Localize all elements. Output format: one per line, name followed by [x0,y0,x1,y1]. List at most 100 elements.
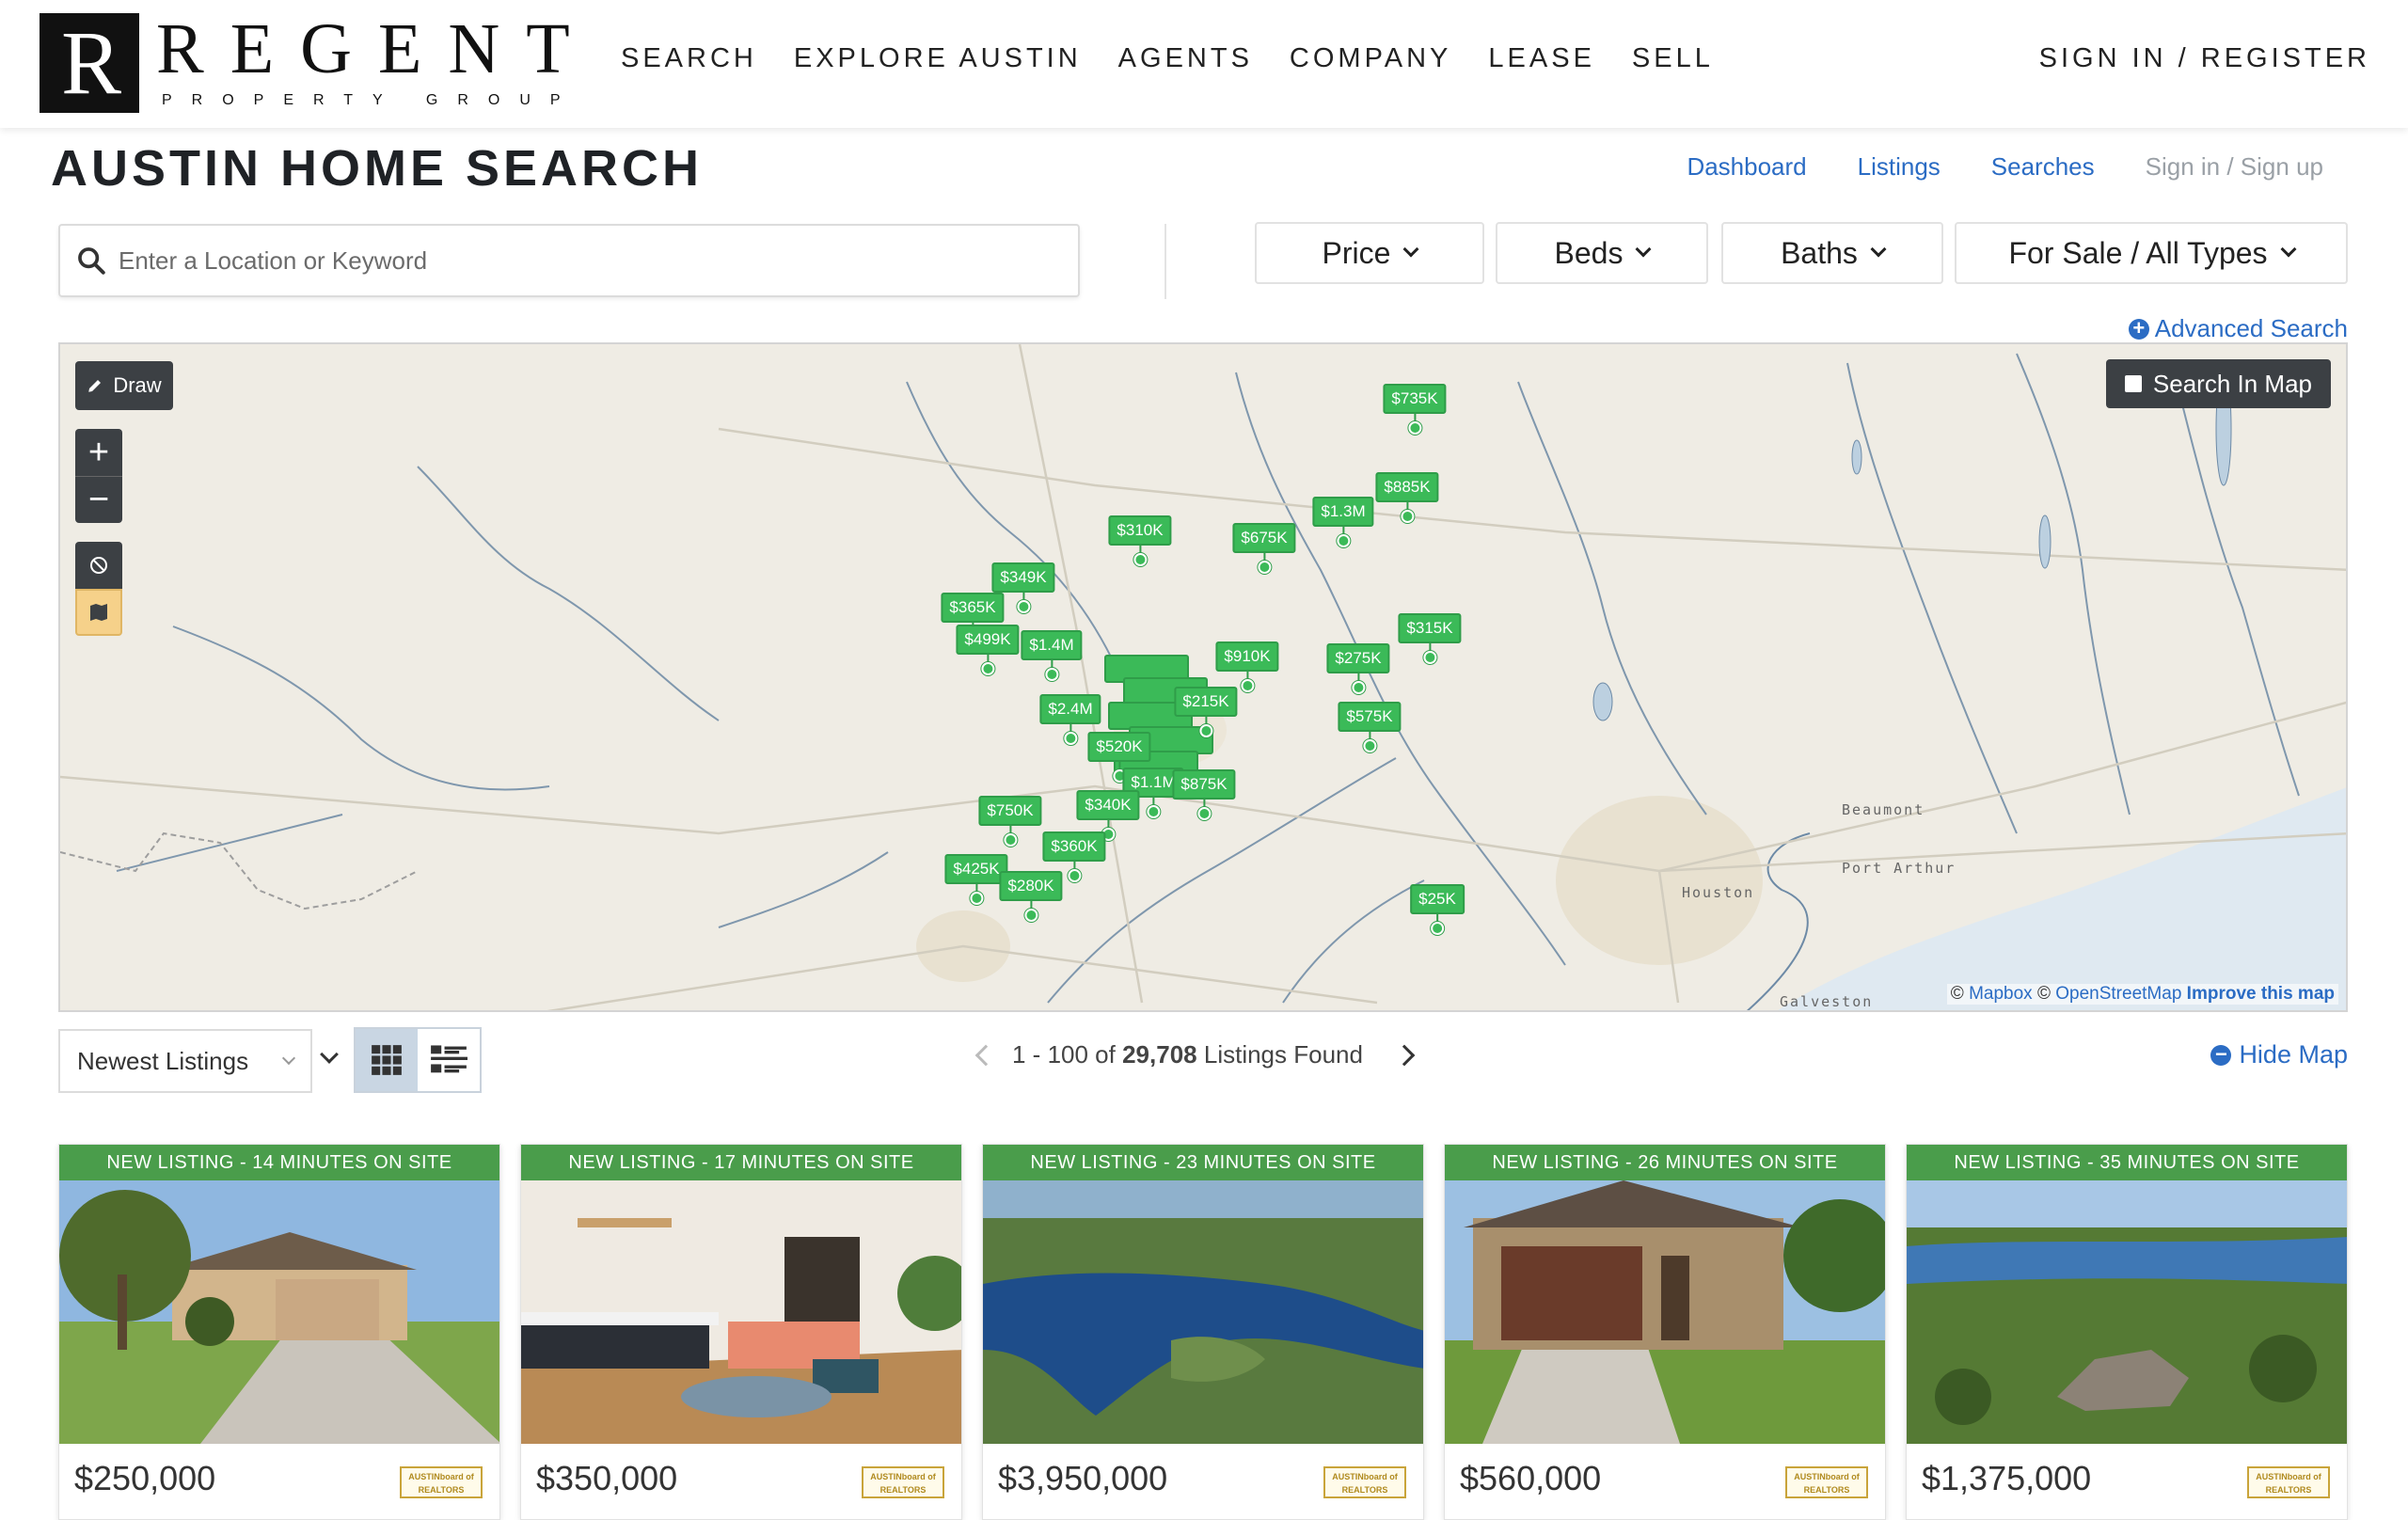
price-pin[interactable]: $310K [1108,515,1172,566]
listings-map[interactable]: Draw + − Search In Map $735K $885K $1.3M… [58,342,2348,1012]
next-page-icon[interactable] [1393,1044,1416,1066]
pin-dot [1016,600,1030,613]
price-pin-label: $675K [1232,523,1296,553]
nav-explore-austin[interactable]: EXPLORE AUSTIN [794,43,1082,74]
price-pin[interactable]: $25K [1410,884,1465,935]
pin-stem [1029,901,1032,909]
sign-in-register-link[interactable]: SIGN IN / REGISTER [2039,43,2370,74]
pin-dot [1337,534,1350,547]
grid-icon [372,1045,402,1075]
advanced-search-link[interactable]: + Advanced Search [2128,314,2348,343]
price-pin[interactable]: $885K [1375,472,1439,523]
list-view-button[interactable] [418,1029,480,1091]
list-icon [431,1045,467,1073]
page-title: AUSTIN HOME SEARCH [51,140,704,197]
pin-stem [1405,502,1408,510]
pin-stem [1202,800,1205,807]
price-pin[interactable]: $1.3M [1312,497,1374,547]
price-pin[interactable]: $280K [999,871,1063,922]
logo-mark[interactable]: R [40,13,139,113]
price-pin[interactable]: $575K [1338,702,1402,752]
search-icon [78,247,105,275]
pin-dot [1064,732,1077,745]
pin-stem [1245,672,1248,679]
osm-link[interactable]: OpenStreetMap [2055,984,2181,1004]
map-layer-toggle-button[interactable] [75,589,122,636]
price-pin-label: $280K [999,871,1063,901]
price-pin[interactable]: $910K [1215,641,1279,692]
location-search-box[interactable] [58,224,1080,297]
zoom-in-button[interactable]: + [75,429,122,476]
pin-dot [1003,833,1017,847]
searches-link[interactable]: Searches [1991,152,2095,182]
pin-stem [1069,724,1071,732]
improve-map-link[interactable]: Improve this map [2187,984,2335,1004]
minus-circle-icon: − [2210,1043,2232,1066]
pin-stem [1413,414,1416,421]
pin-dot [1198,724,1212,737]
baths-filter[interactable]: Baths [1721,222,1943,284]
grid-view-button[interactable] [356,1029,418,1091]
listing-card[interactable]: NEW LISTING - 14 MINUTES ON SITE $250,00… [58,1144,500,1520]
listing-photo[interactable] [1445,1180,1885,1444]
price-pin[interactable]: $1.4M [1021,630,1083,681]
pin-stem [1204,717,1207,724]
listing-card[interactable]: NEW LISTING - 23 MINUTES ON SITE $3,950,… [982,1144,1424,1520]
price-pin[interactable]: $275K [1326,643,1390,694]
satellite-toggle-button[interactable] [75,542,122,589]
pin-stem [1106,820,1109,828]
sign-in-sign-up-link[interactable]: Sign in / Sign up [2146,152,2323,182]
price-pin[interactable]: $499K [956,625,1020,675]
price-pin[interactable]: $875K [1172,769,1236,820]
price-pin[interactable]: $215K [1174,687,1238,737]
nav-sell[interactable]: SELL [1632,43,1714,74]
nav-agents[interactable]: AGENTS [1118,43,1253,74]
pin-stem [1051,660,1053,668]
draw-button[interactable]: Draw [75,361,173,410]
pin-stem [1152,798,1154,805]
listing-photo[interactable] [983,1180,1423,1444]
logo-wordmark[interactable]: REGENT [156,13,596,85]
price-pin[interactable]: $315K [1398,613,1462,664]
chevron-down-icon[interactable] [320,1045,339,1064]
previous-page-icon[interactable] [974,1044,997,1066]
pin-dot [1430,922,1444,935]
baths-filter-label: Baths [1781,235,1858,270]
stone-house-photo [1445,1180,1885,1444]
mapbox-link[interactable]: Mapbox [1969,984,2033,1004]
chevron-down-icon [1635,241,1652,258]
listing-card[interactable]: NEW LISTING - 17 MINUTES ON SITE $350,00… [520,1144,962,1520]
nav-search[interactable]: SEARCH [621,43,757,74]
site-header: R REGENT PROPERTY GROUP SEARCH EXPLORE A… [0,0,2408,128]
listing-photo[interactable] [521,1180,961,1444]
dashboard-link[interactable]: Dashboard [1687,152,1806,182]
new-listing-banner: NEW LISTING - 35 MINUTES ON SITE [1907,1145,2347,1180]
divider [1164,224,1166,299]
price-pin[interactable]: $675K [1232,523,1296,574]
pin-stem [986,655,989,662]
pin-dot [1133,553,1147,566]
pin-stem [1138,546,1141,553]
listing-photo[interactable] [1907,1180,2347,1444]
search-in-map-toggle[interactable]: Search In Map [2105,359,2331,408]
zoom-out-button[interactable]: − [75,476,122,523]
price-pin[interactable]: $750K [978,796,1042,847]
listing-photo[interactable] [59,1180,499,1444]
price-pin-label: $310K [1108,515,1172,546]
price-pin[interactable]: $735K [1383,384,1447,435]
hide-map-link[interactable]: − Hide Map [2210,1040,2348,1069]
beds-filter[interactable]: Beds [1496,222,1708,284]
listing-price: $3,950,000 [998,1459,1168,1497]
sort-select[interactable]: Newest Listings [58,1029,312,1093]
listing-card[interactable]: NEW LISTING - 26 MINUTES ON SITE $560,00… [1444,1144,1886,1520]
search-input[interactable] [119,245,1040,276]
listings-link[interactable]: Listings [1858,152,1941,182]
listing-type-filter[interactable]: For Sale / All Types [1955,222,2348,284]
city-label: Port Arthur [1842,860,1956,877]
listing-card[interactable]: NEW LISTING - 35 MINUTES ON SITE $1,375,… [1906,1144,2348,1520]
nav-lease[interactable]: LEASE [1488,43,1595,74]
nav-company[interactable]: COMPANY [1290,43,1451,74]
results-total: 29,708 [1122,1040,1197,1069]
pencil-icon [88,380,102,392]
price-filter[interactable]: Price [1255,222,1484,284]
